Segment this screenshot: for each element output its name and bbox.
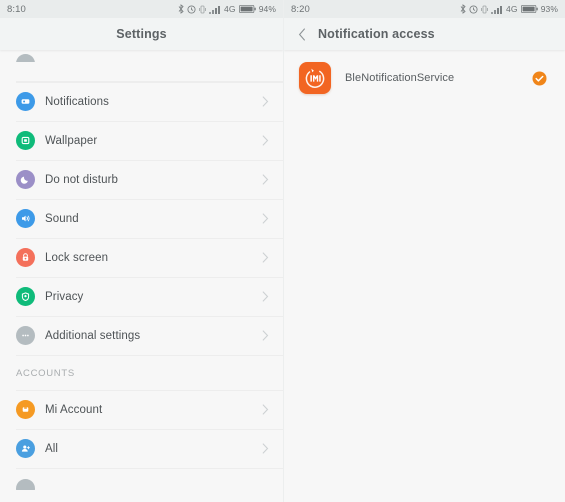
sound-icon <box>16 209 35 228</box>
sidebar-item-label: Privacy <box>45 290 84 303</box>
notifications-icon <box>16 92 35 111</box>
notification-access-panel: 8:20 4G 93% Notification access BleNotif… <box>283 0 565 502</box>
list-gap <box>0 62 283 82</box>
partial-top-icon <box>16 54 35 62</box>
back-button[interactable] <box>298 27 306 41</box>
battery-percent: 94% <box>258 4 276 14</box>
battery-percent: 93% <box>540 4 558 14</box>
chevron-right-icon <box>262 443 269 454</box>
list-item-partial-bottom[interactable] <box>0 468 283 490</box>
chevron-right-icon <box>262 213 269 224</box>
chevron-right-icon <box>262 291 269 302</box>
signal-icon <box>208 5 221 14</box>
sidebar-item-wallpaper[interactable]: Wallpaper <box>0 121 283 160</box>
section-header-accounts: ACCOUNTS <box>0 356 283 390</box>
sidebar-item-additional-settings[interactable]: Additional settings <box>0 316 283 355</box>
page-title: Settings <box>116 27 167 41</box>
sidebar-item-sound[interactable]: Sound <box>0 199 283 238</box>
sidebar-item-mi-account[interactable]: Mi Account <box>0 390 283 429</box>
bluetooth-icon <box>460 4 466 14</box>
list-item[interactable]: BleNotificationService <box>284 50 565 106</box>
settings-list: Notifications Wallpaper Do not disturb S… <box>0 50 283 490</box>
do-not-disturb-icon <box>16 170 35 189</box>
status-icons: 4G 93% <box>460 4 558 14</box>
privacy-icon <box>16 287 35 306</box>
network-type: 4G <box>223 4 236 14</box>
network-type: 4G <box>505 4 518 14</box>
page-title: Notification access <box>318 27 435 41</box>
battery-icon <box>238 5 256 13</box>
sidebar-item-label: Do not disturb <box>45 173 118 186</box>
signal-icon <box>490 5 503 14</box>
chevron-right-icon <box>262 404 269 415</box>
sidebar-item-label: Wallpaper <box>45 134 98 147</box>
sidebar-item-lock-screen[interactable]: Lock screen <box>0 238 283 277</box>
sidebar-item-privacy[interactable]: Privacy <box>0 277 283 316</box>
sidebar-item-do-not-disturb[interactable]: Do not disturb <box>0 160 283 199</box>
settings-panel: 8:10 4G 94% Settings Notifications Wallp… <box>0 0 283 502</box>
vibrate-icon <box>481 5 488 14</box>
status-bar-right: 8:20 4G 93% <box>284 0 565 18</box>
mi-account-icon <box>16 400 35 419</box>
sidebar-item-label: Sound <box>45 212 79 225</box>
sidebar-item-label: Lock screen <box>45 251 109 264</box>
settings-header: Settings <box>0 18 283 50</box>
chevron-right-icon <box>262 135 269 146</box>
chevron-right-icon <box>262 96 269 107</box>
status-time: 8:10 <box>7 3 26 15</box>
bluetooth-icon <box>178 4 184 14</box>
check-circle-icon[interactable] <box>532 71 547 86</box>
additional-settings-icon <box>16 326 35 345</box>
battery-icon <box>520 5 538 13</box>
list-item-partial-top[interactable] <box>0 50 283 62</box>
alarm-icon <box>469 4 478 14</box>
dual-panel-screenshot: 8:10 4G 94% Settings Notifications Wallp… <box>0 0 565 502</box>
chevron-right-icon <box>262 174 269 185</box>
status-bar-left: 8:10 4G 94% <box>0 0 283 18</box>
notification-access-app-list: BleNotificationService <box>284 50 565 106</box>
vibrate-icon <box>199 5 206 14</box>
sidebar-item-all[interactable]: All <box>0 429 283 468</box>
chevron-left-icon <box>298 27 305 41</box>
wallpaper-icon <box>16 131 35 150</box>
status-icons: 4G 94% <box>178 4 276 14</box>
all-accounts-icon <box>16 439 35 458</box>
chevron-right-icon <box>262 252 269 263</box>
sidebar-item-label: Mi Account <box>45 403 103 416</box>
sidebar-item-notifications[interactable]: Notifications <box>0 82 283 121</box>
sidebar-item-label: Additional settings <box>45 329 141 342</box>
sidebar-item-label: Notifications <box>45 95 109 108</box>
app-name-label: BleNotificationService <box>345 72 455 84</box>
section-header-label: ACCOUNTS <box>16 367 75 379</box>
status-time: 8:20 <box>291 3 310 15</box>
mi-app-icon <box>299 62 331 94</box>
sidebar-item-label: All <box>45 442 59 455</box>
alarm-icon <box>187 4 196 14</box>
chevron-right-icon <box>262 330 269 341</box>
notification-access-header: Notification access <box>284 18 565 50</box>
lock-screen-icon <box>16 248 35 267</box>
partial-bottom-icon <box>16 478 35 490</box>
